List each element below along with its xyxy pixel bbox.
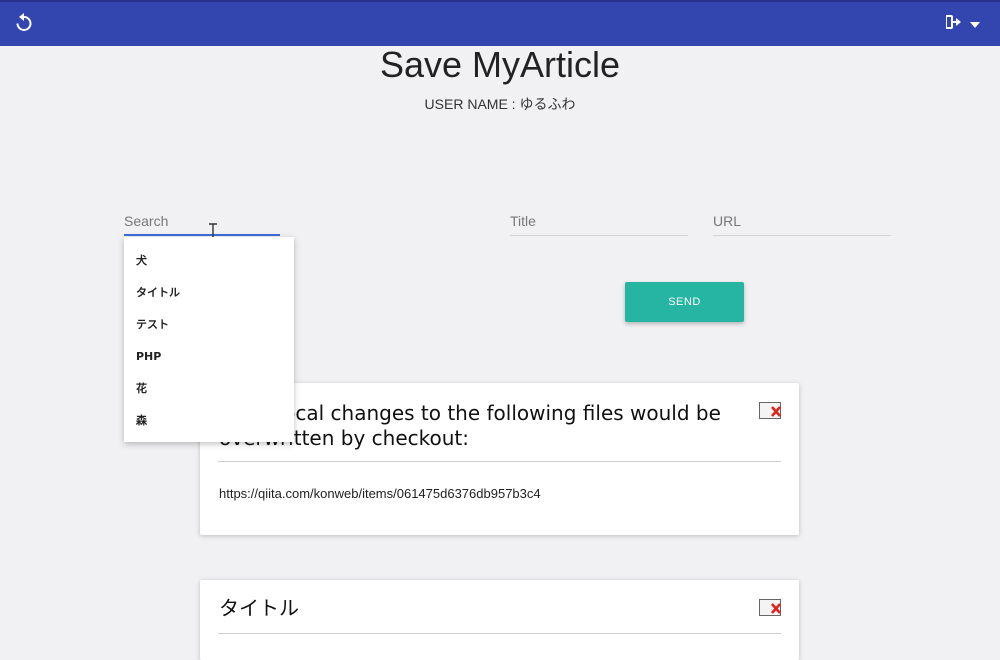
article-title: ...our local changes to the following fi… bbox=[219, 401, 721, 450]
close-icon bbox=[771, 603, 781, 614]
page-title: Save MyArticle bbox=[379, 44, 621, 85]
caret-down-icon bbox=[970, 15, 980, 33]
article-title: タイトル bbox=[219, 596, 299, 620]
card-divider bbox=[218, 633, 781, 634]
dropdown-option[interactable]: タイトル bbox=[124, 277, 294, 309]
delete-button[interactable] bbox=[759, 402, 781, 419]
dropdown-option[interactable]: 犬 bbox=[124, 245, 294, 277]
logout-icon bbox=[945, 14, 962, 34]
search-autocomplete-dropdown: 犬 タイトル テスト PHP 花 森 bbox=[124, 237, 294, 442]
article-url[interactable]: https://qiita.com/konweb/items/061475d63… bbox=[219, 486, 541, 501]
search-field[interactable] bbox=[124, 208, 280, 236]
close-icon bbox=[771, 406, 781, 417]
title-field[interactable] bbox=[510, 208, 688, 236]
dropdown-option[interactable]: 花 bbox=[124, 373, 294, 405]
dropdown-option[interactable]: PHP bbox=[124, 341, 294, 373]
url-field[interactable] bbox=[713, 208, 891, 236]
send-button[interactable]: SEND bbox=[625, 282, 744, 322]
delete-button[interactable] bbox=[759, 599, 781, 616]
account-menu[interactable] bbox=[945, 14, 980, 34]
top-app-bar bbox=[0, 0, 1000, 46]
card-divider bbox=[218, 461, 781, 462]
dropdown-option[interactable]: 森 bbox=[124, 405, 294, 437]
url-input[interactable] bbox=[713, 208, 891, 234]
search-input[interactable] bbox=[124, 208, 280, 234]
article-card: タイトル bbox=[200, 580, 799, 660]
refresh-icon[interactable] bbox=[12, 11, 36, 35]
dropdown-option[interactable]: テスト bbox=[124, 309, 294, 341]
title-input[interactable] bbox=[510, 208, 688, 234]
username-label: USER NAME : ゆるふわ bbox=[424, 96, 576, 112]
